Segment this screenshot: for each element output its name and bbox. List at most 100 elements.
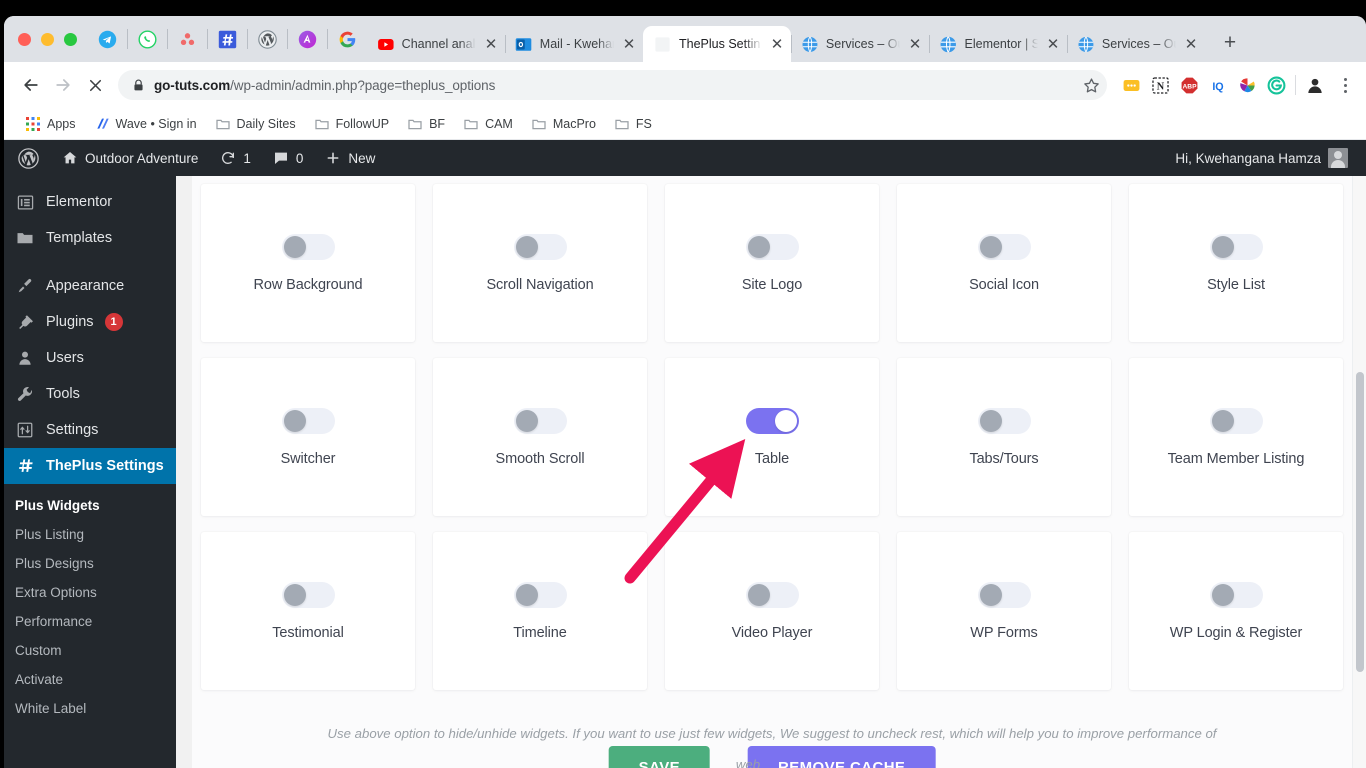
widget-toggle[interactable] — [281, 233, 335, 260]
widget-card[interactable]: WP Login & Register — [1129, 532, 1343, 690]
submenu-item-plus-designs[interactable]: Plus Designs — [4, 549, 176, 578]
widget-toggle[interactable] — [1209, 581, 1263, 608]
pinned-tab-appsumo[interactable] — [287, 16, 327, 62]
tab-services-2[interactable]: Services – Ou ✕ — [1067, 26, 1205, 62]
bookmark-apps[interactable]: Apps — [16, 111, 85, 137]
sidebar-item-templates[interactable]: Templates — [4, 220, 176, 256]
widget-toggle[interactable] — [745, 233, 799, 260]
pinned-tab-wordpress[interactable] — [247, 16, 287, 62]
widget-card[interactable]: Testimonial — [201, 532, 415, 690]
widget-toggle[interactable] — [513, 233, 567, 260]
forward-button[interactable] — [48, 70, 78, 100]
submenu-item-white-label[interactable]: White Label — [4, 694, 176, 723]
chrome-menu-button[interactable] — [1334, 77, 1356, 93]
tab-elementor[interactable]: Elementor | S ✕ — [929, 26, 1067, 62]
submenu-item-activate[interactable]: Activate — [4, 665, 176, 694]
maximize-window-button[interactable] — [64, 32, 77, 46]
widget-card[interactable]: Video Player — [665, 532, 879, 690]
back-button[interactable] — [16, 70, 46, 100]
close-window-button[interactable] — [18, 32, 31, 46]
widget-card[interactable]: Timeline — [433, 532, 647, 690]
close-tab-button[interactable]: ✕ — [1045, 36, 1061, 52]
tab-mail-outlook[interactable]: Mail - Kwehan ✕ — [505, 26, 643, 62]
comments-menu[interactable]: 0 — [262, 140, 315, 176]
save-button[interactable]: SAVE — [608, 746, 711, 768]
stop-loading-button[interactable] — [80, 70, 110, 100]
widget-toggle[interactable] — [1209, 233, 1263, 260]
new-tab-button[interactable]: + — [1213, 26, 1247, 60]
grammarly-extension-icon[interactable] — [1266, 75, 1286, 95]
close-tab-button[interactable]: ✕ — [483, 36, 499, 52]
pinned-tab-asana[interactable] — [167, 16, 207, 62]
my-account-menu[interactable]: Hi, Kwehangana Hamza — [1164, 140, 1356, 176]
bookmark-macpro[interactable]: MacPro — [522, 111, 605, 137]
widget-toggle[interactable] — [977, 581, 1031, 608]
close-tab-button[interactable]: ✕ — [769, 36, 785, 52]
submenu-item-plus-widgets[interactable]: Plus Widgets — [4, 491, 176, 520]
widget-toggle[interactable] — [745, 581, 799, 608]
widget-toggle[interactable] — [977, 233, 1031, 260]
bookmark-cam[interactable]: CAM — [454, 111, 522, 137]
pinned-tab-theplus[interactable] — [207, 16, 247, 62]
tab-services-1[interactable]: Services – Ou ✕ — [791, 26, 929, 62]
widget-card[interactable]: Team Member Listing — [1129, 358, 1343, 516]
yellow-note-extension-icon[interactable] — [1121, 75, 1141, 95]
site-name-menu[interactable]: Outdoor Adventure — [51, 140, 209, 176]
close-tab-button[interactable]: ✕ — [621, 36, 637, 52]
remove-cache-button[interactable]: REMOVE CACHE — [748, 746, 936, 768]
widget-card[interactable]: Site Logo — [665, 184, 879, 342]
vertical-scrollbar[interactable] — [1352, 176, 1366, 768]
sidebar-item-appearance[interactable]: Appearance — [4, 268, 176, 304]
sidebar-item-settings[interactable]: Settings — [4, 412, 176, 448]
notion-clipper-extension-icon[interactable]: N — [1150, 75, 1170, 95]
submenu-item-performance[interactable]: Performance — [4, 607, 176, 636]
widget-card[interactable]: WP Forms — [897, 532, 1111, 690]
bookmark-followup[interactable]: FollowUP — [305, 111, 399, 137]
widget-toggle[interactable] — [1209, 407, 1263, 434]
widget-toggle[interactable] — [513, 407, 567, 434]
sidebar-item-users[interactable]: Users — [4, 340, 176, 376]
widget-card[interactable]: Row Background — [201, 184, 415, 342]
address-bar[interactable]: go-tuts.com/wp-admin/admin.php?page=thep… — [118, 70, 1107, 100]
bookmark-wave[interactable]: Wave • Sign in — [85, 111, 206, 137]
wordpress-logo-menu[interactable] — [4, 140, 51, 176]
iq-extension-icon[interactable]: IQ — [1208, 75, 1228, 95]
sidebar-item-plugins[interactable]: Plugins 1 — [4, 304, 176, 340]
scrollbar-thumb[interactable] — [1356, 372, 1364, 672]
tab-theplus-settings[interactable]: ThePlus Settin ✕ — [643, 26, 791, 62]
updates-menu[interactable]: 1 — [209, 140, 262, 176]
widget-card[interactable]: Scroll Navigation — [433, 184, 647, 342]
widget-toggle[interactable] — [281, 581, 335, 608]
close-tab-button[interactable]: ✕ — [1183, 36, 1199, 52]
bookmark-daily-sites[interactable]: Daily Sites — [206, 111, 305, 137]
widget-card[interactable]: Social Icon — [897, 184, 1111, 342]
bookmark-star-icon[interactable] — [1081, 75, 1101, 95]
profile-avatar[interactable] — [1305, 75, 1325, 95]
sidebar-item-elementor[interactable]: Elementor — [4, 184, 176, 220]
color-pinwheel-extension-icon[interactable] — [1237, 75, 1257, 95]
widget-toggle[interactable] — [513, 581, 567, 608]
close-tab-button[interactable]: ✕ — [907, 36, 923, 52]
widget-card[interactable]: Smooth Scroll — [433, 358, 647, 516]
bookmark-bf[interactable]: BF — [398, 111, 454, 137]
widget-card[interactable]: Switcher — [201, 358, 415, 516]
pinned-tab-telegram[interactable] — [87, 16, 127, 62]
sidebar-item-tools[interactable]: Tools — [4, 376, 176, 412]
tab-channel-analytics[interactable]: Channel analy ✕ — [367, 26, 505, 62]
widget-toggle[interactable] — [977, 407, 1031, 434]
widget-card[interactable]: Tabs/Tours — [897, 358, 1111, 516]
submenu-item-custom[interactable]: Custom — [4, 636, 176, 665]
minimize-window-button[interactable] — [41, 32, 54, 46]
submenu-item-plus-listing[interactable]: Plus Listing — [4, 520, 176, 549]
pinned-tab-google[interactable] — [327, 16, 367, 62]
widget-card[interactable]: Table — [665, 358, 879, 516]
new-content-menu[interactable]: New — [314, 140, 386, 176]
widget-toggle[interactable] — [745, 407, 799, 434]
submenu-item-extra-options[interactable]: Extra Options — [4, 578, 176, 607]
bookmark-fs[interactable]: FS — [605, 111, 661, 137]
pinned-tab-whatsapp[interactable] — [127, 16, 167, 62]
sidebar-item-theplus-settings[interactable]: ThePlus Settings — [4, 448, 176, 484]
widget-card[interactable]: Style List — [1129, 184, 1343, 342]
adblock-plus-extension-icon[interactable]: ABP — [1179, 75, 1199, 95]
widget-toggle[interactable] — [281, 407, 335, 434]
